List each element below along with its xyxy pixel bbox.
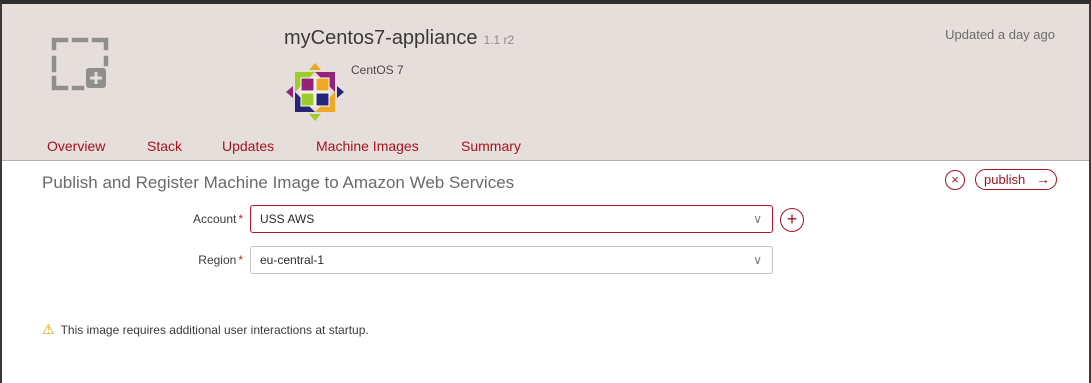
publish-button[interactable]: publish → bbox=[975, 169, 1057, 190]
form-title: Publish and Register Machine Image to Am… bbox=[42, 173, 515, 192]
account-label-text: Account bbox=[192, 212, 237, 226]
region-select[interactable]: eu-central-1 ∨ bbox=[250, 246, 773, 274]
appliance-version: 1.1 r2 bbox=[483, 33, 515, 47]
tab-stack[interactable]: Stack bbox=[147, 138, 182, 154]
tab-overview[interactable]: Overview bbox=[47, 138, 105, 154]
tab-summary[interactable]: Summary bbox=[461, 138, 521, 154]
region-label: Region * bbox=[43, 253, 243, 267]
centos-logo-icon bbox=[286, 63, 344, 121]
updated-timestamp: Updated a day ago bbox=[945, 27, 1055, 42]
chevron-down-icon: ∨ bbox=[753, 212, 762, 226]
arrow-right-icon: → bbox=[1036, 171, 1050, 187]
account-label: Account * bbox=[43, 212, 243, 226]
appliance-header: myCentos7-appliance 1.1 r2 Updated a day … bbox=[2, 4, 1089, 161]
startup-warning: ⚠ This image requires additional user int… bbox=[42, 321, 369, 338]
account-select[interactable]: USS AWS ∨ bbox=[250, 205, 773, 233]
region-label-text: Region bbox=[198, 253, 237, 267]
placeholder-image-icon bbox=[51, 37, 109, 91]
warning-icon: ⚠ bbox=[42, 321, 55, 337]
appliance-title: myCentos7-appliance 1.1 r2 bbox=[284, 27, 514, 50]
required-mark: * bbox=[238, 253, 243, 267]
os-name: CentOS 7 bbox=[351, 63, 404, 77]
add-account-button[interactable]: + bbox=[780, 208, 804, 232]
warning-text: This image requires additional user inte… bbox=[60, 323, 369, 337]
chevron-down-icon: ∨ bbox=[753, 253, 762, 267]
region-value: eu-central-1 bbox=[260, 253, 325, 267]
appliance-name: myCentos7-appliance bbox=[284, 27, 478, 49]
required-mark: * bbox=[238, 212, 243, 226]
tab-machine-images[interactable]: Machine Images bbox=[316, 138, 419, 154]
cancel-button[interactable]: × bbox=[945, 170, 965, 190]
tab-updates[interactable]: Updates bbox=[222, 138, 274, 154]
publish-label: publish bbox=[984, 172, 1026, 187]
account-value: USS AWS bbox=[260, 212, 315, 226]
